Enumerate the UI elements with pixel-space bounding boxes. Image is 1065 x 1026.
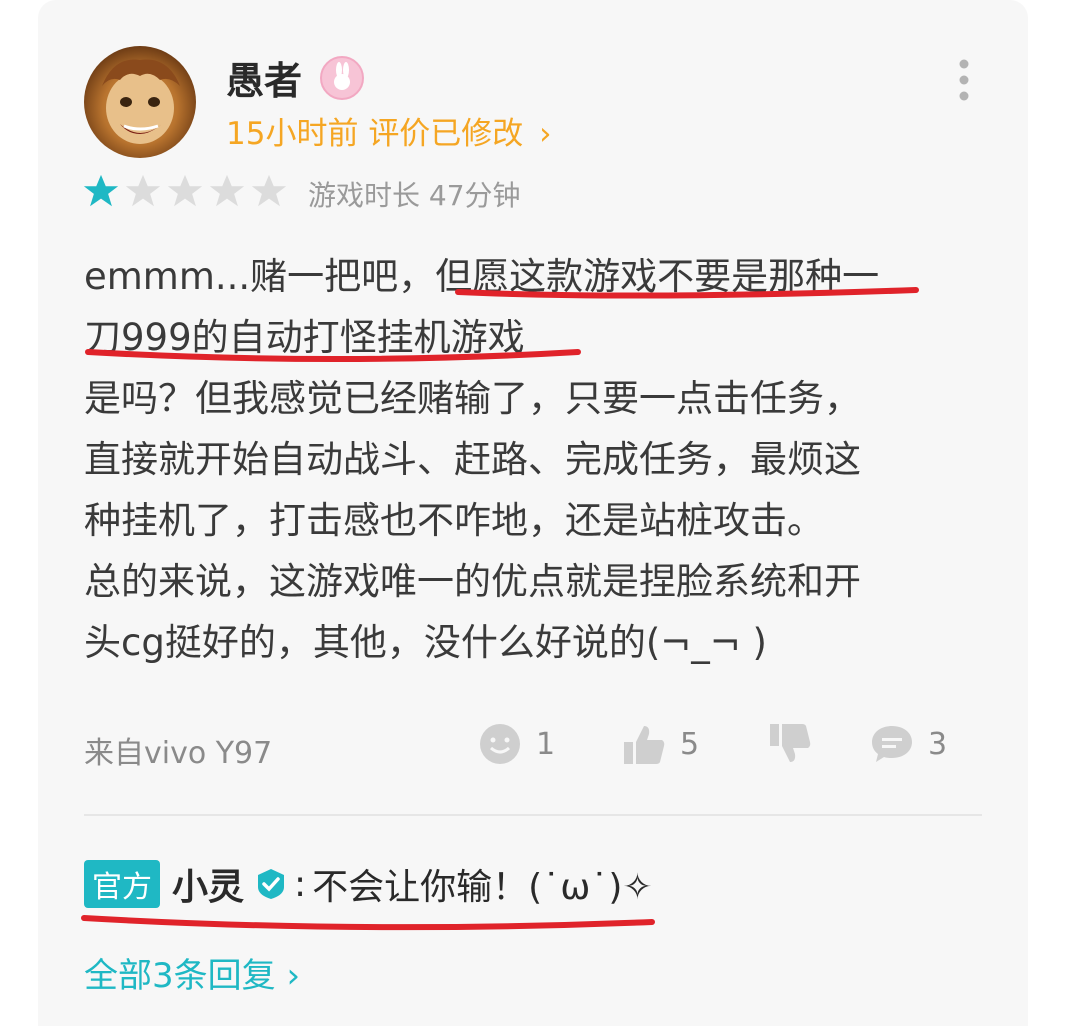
review-actions: 1 5 3 [38,722,1028,772]
thumbs-up-icon [624,726,665,764]
avatar-image [102,59,180,144]
comment-count: 3 [928,726,948,762]
review-line: 总的来说，这游戏唯一的优点就是捏脸系统和开 [84,560,861,603]
review-meta[interactable]: 15小时前 评价已修改 › [226,108,552,153]
review-line: 头cg挺好的，其他，没什么好说的(¬_¬ ) [84,621,767,664]
level-badge-icon [320,56,364,100]
like-button[interactable]: 5 [622,722,699,766]
review-line: emmm...赌一把吧，但愿这款游戏不要是那种一 [84,255,880,298]
review-line: 直接就开始自动战斗、赶路、完成任务，最烦这 [84,438,861,481]
review-line: 种挂机了，打击感也不咋地，还是站桩攻击。 [84,499,824,542]
smiley-icon [480,724,520,764]
review-card: 愚者 15小时前 评价已修改 › 游戏时长 47分钟 emmm...赌一把吧，但… [38,0,1028,1026]
all-replies-link[interactable]: 全部3条回复 › [84,948,300,997]
star-empty-icon [209,174,245,207]
like-count: 5 [680,726,700,762]
review-line: 刀999的自动打怪挂机游戏 [84,316,525,359]
edited-label: 评价已修改 [368,116,524,152]
username[interactable]: 愚者 [226,50,302,105]
all-replies-label: 全部3条回复 [84,956,276,996]
dislike-button[interactable] [768,722,812,766]
user-avatar[interactable] [84,46,196,158]
star-filled-icon [83,174,119,207]
verified-badge-icon [258,869,285,899]
review-text: emmm...赌一把吧，但愿这款游戏不要是那种一 刀999的自动打怪挂机游戏 是… [84,246,984,673]
emoji-reaction-button[interactable]: 1 [478,722,555,766]
comment-button[interactable]: 3 [870,722,947,766]
official-reply[interactable]: 官方 小灵 : 不会让你输！(˙ω˙)✧ [84,858,653,910]
official-name[interactable]: 小灵 [172,858,244,910]
reply-text: 不会让你输！(˙ω˙)✧ [312,867,653,908]
official-tag: 官方 [84,860,160,908]
star-rating [82,172,288,210]
chevron-right-icon: › [286,956,301,996]
reply-separator: : [294,863,307,905]
comment-bubble-icon [872,726,912,762]
playtime-label: 游戏时长 47分钟 [308,179,521,212]
star-empty-icon [251,174,287,207]
star-empty-icon [125,174,161,207]
emoji-count: 1 [536,726,556,762]
thumbs-down-icon [770,724,811,762]
more-options-icon[interactable] [954,58,974,102]
star-empty-icon [167,174,203,207]
divider [84,814,982,816]
chevron-right-icon: › [539,116,552,152]
time-ago: 15小时前 [226,116,359,152]
review-line: 是吗？但我感觉已经赌输了，只要一点击任务， [84,377,861,420]
